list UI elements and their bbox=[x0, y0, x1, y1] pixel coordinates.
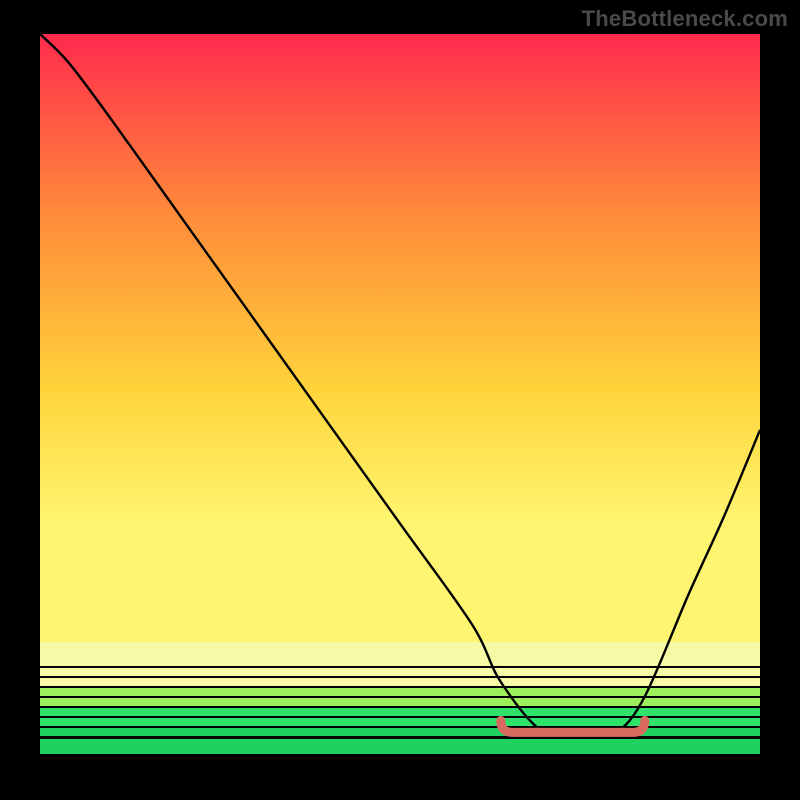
chart-container: TheBottleneck.com bbox=[0, 0, 800, 800]
plot-area bbox=[40, 34, 760, 754]
watermark-text: TheBottleneck.com bbox=[582, 6, 788, 32]
minimum-marker bbox=[40, 34, 760, 754]
